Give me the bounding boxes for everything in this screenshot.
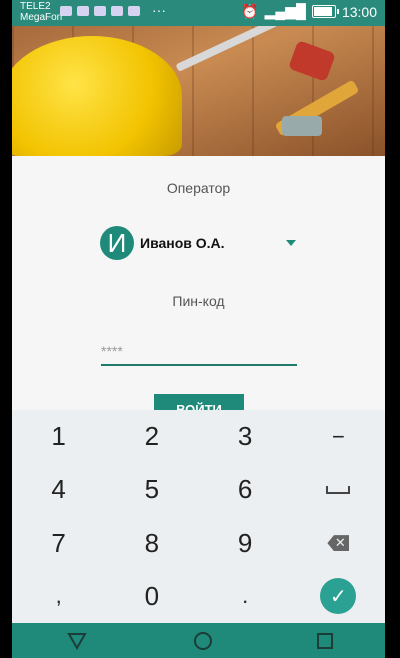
key-0[interactable]: 0 (105, 570, 198, 623)
space-icon (326, 485, 351, 494)
pliers-image (288, 40, 336, 82)
key-comma[interactable]: , (12, 570, 105, 623)
key-minus[interactable]: − (292, 410, 385, 463)
screwdriver-image (175, 26, 279, 72)
key-space[interactable] (292, 463, 385, 516)
key-6[interactable]: 6 (199, 463, 292, 516)
gallery-icon (77, 6, 89, 16)
back-icon (66, 632, 87, 650)
key-done[interactable]: ✓ (292, 570, 385, 623)
notification-icons (60, 6, 140, 16)
carrier-1: TELE2 (20, 1, 51, 12)
system-status: ⏰ ▂▄▆█ 13:00 (241, 3, 377, 20)
key-3[interactable]: 3 (199, 410, 292, 463)
operator-name: Иванов О.А. (140, 235, 225, 251)
checkmark-icon: ✓ (320, 578, 357, 615)
carrier-2: MegaFon (20, 12, 63, 23)
pin-input[interactable] (101, 338, 297, 366)
app-icon (94, 6, 106, 16)
header-image (12, 26, 385, 156)
numeric-keypad: 1 2 3 − 4 5 6 7 8 9 ✕ , 0 . ✓ (12, 410, 385, 623)
pin-label: Пин-код (172, 293, 225, 309)
key-5[interactable]: 5 (105, 463, 198, 516)
app-screen: TELE2 MegaFon ··· ⏰ ▂▄▆█ 13:00 Оператор … (12, 0, 385, 658)
carrier-info: TELE2 MegaFon (20, 1, 62, 23)
alarm-icon: ⏰ (241, 3, 259, 19)
key-7[interactable]: 7 (12, 517, 105, 570)
operator-dropdown[interactable]: И Иванов О.А. (100, 226, 300, 260)
camera-icon (60, 6, 72, 16)
navigation-bar (12, 623, 385, 658)
chevron-down-icon (286, 240, 296, 246)
mail-icon (111, 6, 123, 16)
home-button[interactable] (193, 631, 212, 650)
hammer-head-image (282, 116, 322, 136)
key-2[interactable]: 2 (105, 410, 198, 463)
battery-icon (311, 5, 339, 18)
backspace-icon: ✕ (327, 535, 350, 552)
overflow-dots: ··· (152, 2, 166, 18)
key-8[interactable]: 8 (105, 517, 198, 570)
recent-apps-button[interactable] (316, 632, 333, 649)
clock: 13:00 (341, 3, 377, 20)
key-9[interactable]: 9 (199, 517, 292, 570)
status-bar: TELE2 MegaFon ··· ⏰ ▂▄▆█ 13:00 (12, 0, 385, 26)
back-button[interactable] (65, 629, 89, 653)
key-backspace[interactable]: ✕ (292, 517, 385, 570)
avatar: И (100, 226, 134, 260)
hard-hat-image (12, 36, 182, 156)
key-period[interactable]: . (199, 570, 292, 623)
operator-label: Оператор (166, 180, 231, 196)
message-icon (128, 6, 140, 16)
signal-icon: ▂▄▆█ (264, 3, 306, 19)
key-1[interactable]: 1 (12, 410, 105, 463)
key-4[interactable]: 4 (12, 463, 105, 516)
